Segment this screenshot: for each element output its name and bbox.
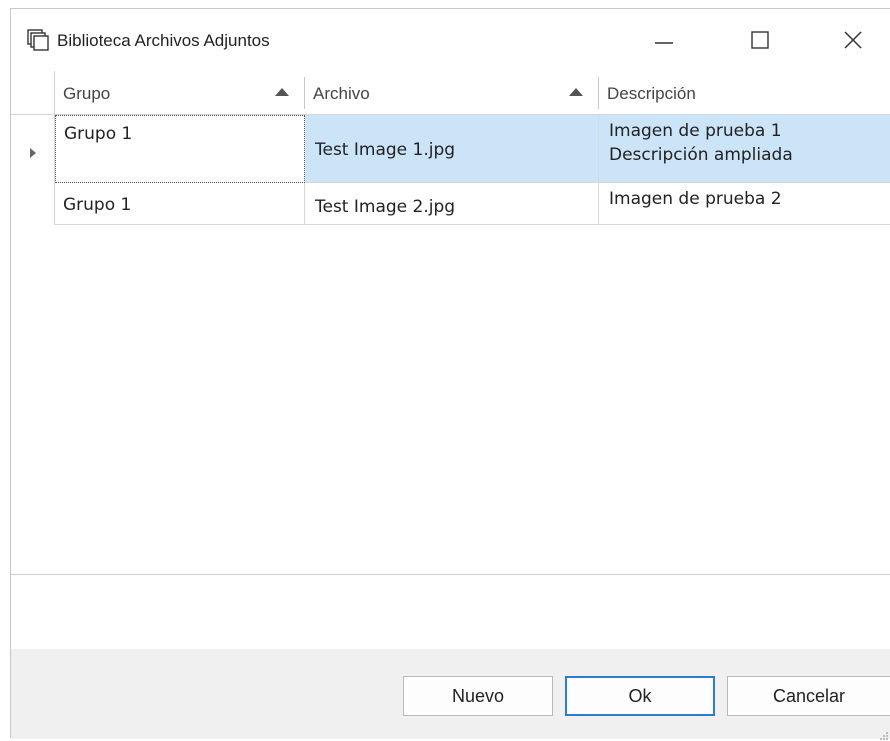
copy-icon <box>27 29 49 51</box>
row-indicator-header <box>11 71 55 114</box>
cell-text: Imagen de prueba 2 <box>609 189 782 209</box>
grid-bottom-border <box>11 574 890 575</box>
cell-descripcion[interactable]: Imagen de prueba 2 <box>599 183 890 225</box>
current-row-arrow-icon <box>30 148 36 158</box>
cell-descripcion[interactable]: Imagen de prueba 1 Descripción ampliada <box>599 115 890 183</box>
resize-grip-icon[interactable] <box>879 731 889 741</box>
row-indicator[interactable] <box>11 183 55 225</box>
close-icon <box>844 31 862 49</box>
title-bar[interactable]: Biblioteca Archivos Adjuntos <box>11 9 890 71</box>
maximize-button[interactable] <box>737 25 783 55</box>
cell-grupo[interactable]: Grupo 1 <box>55 183 305 225</box>
sort-ascending-icon <box>569 88 583 96</box>
minimize-button[interactable] <box>641 25 687 55</box>
cell-grupo[interactable]: Grupo 1 <box>55 115 305 183</box>
column-header-descripcion[interactable]: Descripción <box>599 71 890 114</box>
column-header-grupo[interactable]: Grupo <box>55 71 305 114</box>
column-header-label: Archivo <box>313 84 370 103</box>
cancelar-button[interactable]: Cancelar <box>727 676 890 716</box>
window-title: Biblioteca Archivos Adjuntos <box>57 31 270 50</box>
minimize-icon <box>655 42 673 44</box>
close-button[interactable] <box>830 25 876 55</box>
grid-header: Grupo Archivo Descripción <box>11 71 890 115</box>
cell-archivo[interactable]: Test Image 2.jpg <box>305 183 599 225</box>
cell-text: Grupo 1 <box>64 124 133 144</box>
column-header-label: Grupo <box>63 84 111 103</box>
cell-text: Test Image 1.jpg <box>315 140 456 160</box>
cell-text-line-1: Imagen de prueba 1 <box>609 121 782 141</box>
dialog-window: Biblioteca Archivos Adjuntos Grupo Archi… <box>10 8 890 741</box>
row-indicator[interactable] <box>11 115 55 183</box>
table-row[interactable]: Grupo 1 Test Image 1.jpg Imagen de prueb… <box>11 115 890 183</box>
nuevo-button[interactable]: Nuevo <box>403 676 553 716</box>
column-header-label: Descripción <box>607 84 696 103</box>
button-panel: Nuevo Ok Cancelar <box>11 649 890 739</box>
column-header-archivo[interactable]: Archivo <box>305 71 599 114</box>
table-row[interactable]: Grupo 1 Test Image 2.jpg Imagen de prueb… <box>11 183 890 225</box>
cell-text: Grupo 1 <box>63 195 132 215</box>
maximize-icon <box>751 31 769 49</box>
cell-text: Test Image 2.jpg <box>315 197 456 217</box>
ok-button[interactable]: Ok <box>565 676 715 716</box>
sort-ascending-icon <box>275 88 289 96</box>
cell-archivo[interactable]: Test Image 1.jpg <box>305 115 599 183</box>
cell-text-line-2: Descripción ampliada <box>609 145 793 165</box>
